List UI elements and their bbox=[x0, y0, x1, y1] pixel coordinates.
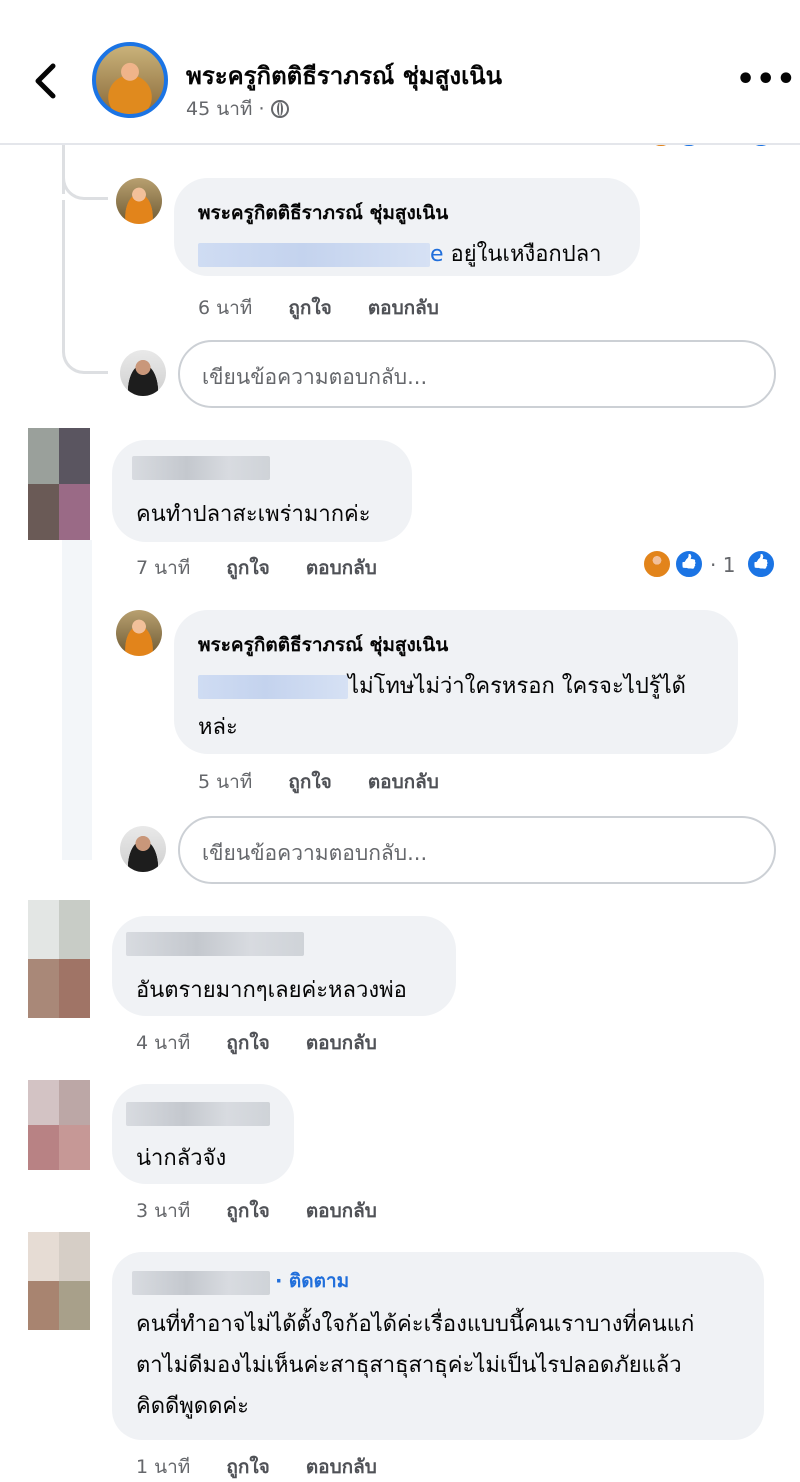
comment-body-line2: หล่ะ bbox=[198, 715, 238, 740]
like-button[interactable]: ถูกใจ bbox=[226, 1452, 269, 1482]
like-reaction-icon bbox=[746, 549, 776, 579]
reply-input-placeholder: เขียนข้อความตอบกลับ... bbox=[202, 841, 428, 865]
comment-time: 1 นาที bbox=[136, 1456, 191, 1478]
reply-input-placeholder: เขียนข้อความตอบกลับ... bbox=[202, 365, 428, 389]
comment-meta: 3 นาที ถูกใจ ตอบกลับ bbox=[136, 1196, 377, 1226]
reply-bubble: พระครูกิตติธีราภรณ์ ชุ่มสูงเนิน e อยู่ใน… bbox=[174, 178, 640, 276]
post-time-label: 45 นาที · bbox=[186, 98, 265, 120]
like-button[interactable]: ถูกใจ bbox=[226, 1028, 269, 1058]
page-name[interactable]: พระครูกิตติธีราภรณ์ ชุ่มสูงเนิน bbox=[186, 56, 502, 95]
blurred-author[interactable] bbox=[132, 456, 270, 480]
thread-connector bbox=[62, 160, 108, 200]
reaction-avatar bbox=[642, 549, 672, 579]
comment-time: 5 นาที bbox=[198, 771, 253, 793]
comment-body-line1: ไม่โทษไม่ว่าใครหรอก ใครจะไปรู้ได้ bbox=[348, 674, 686, 699]
blurred-mention bbox=[198, 243, 430, 267]
comment-text: อันตรายมากๆเลยค่ะหลวงพ่อ bbox=[136, 978, 407, 1003]
reply-button[interactable]: ตอบกลับ bbox=[306, 1196, 377, 1226]
blurred-strip bbox=[62, 540, 92, 860]
comment-text: ไม่โทษไม่ว่าใครหรอก ใครจะไปรู้ได้ bbox=[198, 666, 686, 707]
comment-bubble: อันตรายมากๆเลยค่ะหลวงพ่อ bbox=[112, 916, 456, 1016]
comment-meta: 6 นาที ถูกใจ ตอบกลับ bbox=[198, 293, 439, 323]
blurred-avatar[interactable] bbox=[28, 1080, 90, 1170]
reply-button[interactable]: ตอบกลับ bbox=[306, 553, 377, 583]
blurred-avatar[interactable] bbox=[28, 1232, 90, 1330]
comment-time: 4 นาที bbox=[136, 1032, 191, 1054]
chevron-left-icon bbox=[35, 63, 56, 99]
back-button[interactable] bbox=[26, 58, 66, 104]
reply-button[interactable]: ตอบกลับ bbox=[306, 1452, 377, 1482]
like-button[interactable]: ถูกใจ bbox=[226, 553, 269, 583]
comment-meta: 7 นาที ถูกใจ ตอบกลับ bbox=[136, 553, 377, 583]
comment-body-line2: ตาไม่ดีมองไม่เห็นค่ะสาธุสาธุสาธุค่ะไม่เป… bbox=[136, 1353, 682, 1378]
blurred-author[interactable] bbox=[132, 1270, 270, 1295]
like-button[interactable]: ถูกใจ bbox=[288, 293, 331, 323]
reply-button[interactable]: ตอบกลับ bbox=[306, 1028, 377, 1058]
blurred-avatar[interactable] bbox=[28, 900, 90, 1018]
post-time: 45 นาที · bbox=[186, 94, 289, 124]
blurred-avatar[interactable] bbox=[28, 428, 90, 540]
reaction-count: · 1 bbox=[710, 553, 736, 577]
comment-time: 7 นาที bbox=[136, 557, 191, 579]
comment-time: 6 นาที bbox=[198, 297, 253, 319]
comment-text: คนทำปลาสะเพร่ามากค่ะ bbox=[136, 502, 371, 527]
thread-connector bbox=[62, 330, 108, 374]
comment-meta: 1 นาที ถูกใจ ตอบกลับ bbox=[136, 1452, 377, 1482]
comment-time: 3 นาที bbox=[136, 1200, 191, 1222]
comment-text: น่ากลัวจัง bbox=[136, 1146, 227, 1171]
comment-bubble: · ติดตาม คนที่ทำอาจไม่ได้ตั้งใจก้อได้ค่ะ… bbox=[112, 1252, 764, 1440]
avatar[interactable] bbox=[116, 178, 162, 224]
page-avatar[interactable] bbox=[92, 42, 168, 118]
globe-icon bbox=[270, 100, 289, 118]
reply-button[interactable]: ตอบกลับ bbox=[368, 293, 439, 323]
like-button[interactable]: ถูกใจ bbox=[226, 1196, 269, 1226]
current-user-avatar bbox=[120, 350, 166, 396]
mention-link[interactable]: e bbox=[430, 242, 444, 267]
comment-author[interactable]: พระครูกิตติธีราภรณ์ ชุ่มสูงเนิน bbox=[198, 630, 448, 660]
like-button[interactable]: ถูกใจ bbox=[288, 767, 331, 797]
comment-meta: 5 นาที ถูกใจ ตอบกลับ bbox=[198, 767, 439, 797]
avatar[interactable] bbox=[116, 610, 162, 656]
blurred-author[interactable] bbox=[126, 1102, 270, 1126]
like-reaction-icon bbox=[674, 549, 704, 579]
comment-author[interactable]: พระครูกิตติธีราภรณ์ ชุ่มสูงเนิน bbox=[198, 198, 448, 228]
comment-meta: 4 นาที ถูกใจ ตอบกลับ bbox=[136, 1028, 377, 1058]
comment-header: · ติดตาม bbox=[132, 1266, 349, 1296]
post-header: พระครูกิตติธีราภรณ์ ชุ่มสูงเนิน 45 นาที … bbox=[0, 0, 800, 145]
reply-input[interactable]: เขียนข้อความตอบกลับ... bbox=[178, 816, 776, 884]
comment-bubble: น่ากลัวจัง bbox=[112, 1084, 294, 1184]
blurred-author[interactable] bbox=[126, 932, 304, 956]
reply-bubble: พระครูกิตติธีราภรณ์ ชุ่มสูงเนิน ไม่โทษไม… bbox=[174, 610, 738, 754]
thread-line bbox=[62, 200, 65, 350]
current-user-avatar bbox=[120, 826, 166, 872]
reaction-summary[interactable]: · 1 bbox=[642, 549, 782, 581]
reply-input[interactable]: เขียนข้อความตอบกลับ... bbox=[178, 340, 776, 408]
follow-button[interactable]: · ติดตาม bbox=[275, 1270, 349, 1292]
comment-bubble: คนทำปลาสะเพร่ามากค่ะ bbox=[112, 440, 412, 542]
blurred-mention[interactable] bbox=[198, 675, 348, 699]
comment-text: e อยู่ในเหงือกปลา bbox=[198, 234, 602, 275]
comment-body-line3: คิดดีพูดดค่ะ bbox=[136, 1394, 249, 1419]
comment-body: อยู่ในเหงือกปลา bbox=[450, 242, 602, 267]
reply-button[interactable]: ตอบกลับ bbox=[368, 767, 439, 797]
comment-body-line1: คนที่ทำอาจไม่ได้ตั้งใจก้อได้ค่ะเรื่องแบบ… bbox=[136, 1312, 695, 1337]
